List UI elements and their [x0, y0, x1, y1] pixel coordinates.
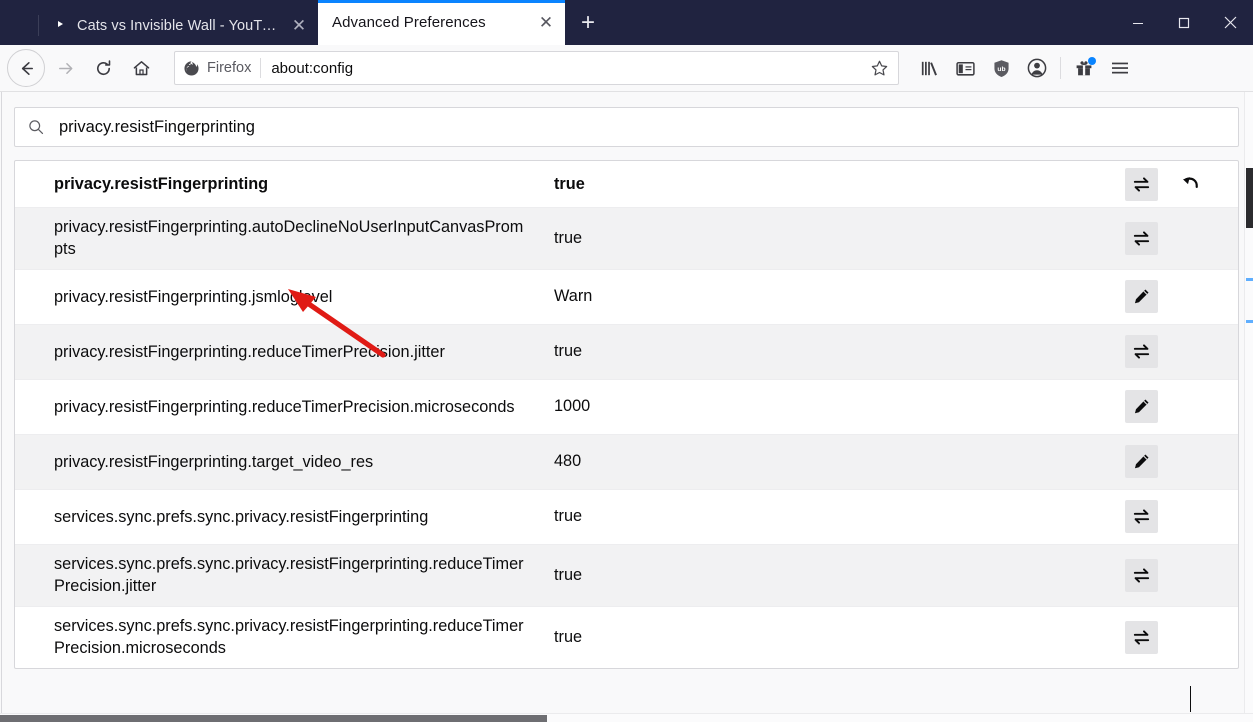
- vertical-scrollbar-thumb[interactable]: [1246, 168, 1253, 228]
- close-icon[interactable]: [1207, 0, 1253, 45]
- row-actions: [1123, 221, 1238, 255]
- text-caret: [1190, 686, 1191, 712]
- toggle-icon[interactable]: [1125, 167, 1158, 201]
- tab-cats-vs-invisible-wall-youtube[interactable]: Cats vs Invisible Wall - YouTube ✕: [38, 6, 318, 45]
- about-config-body: privacy.resistFingerprinting privacy.res…: [0, 92, 1253, 669]
- firefox-logo-icon: [184, 60, 199, 76]
- table-row[interactable]: privacy.resistFingerprinting.jsmloglevel…: [15, 270, 1238, 325]
- hamburger-menu-icon[interactable]: [1102, 50, 1138, 86]
- preference-name: privacy.resistFingerprinting: [54, 174, 269, 193]
- active-tab-accent: [318, 0, 565, 3]
- horizontal-scrollbar-thumb[interactable]: [0, 715, 547, 722]
- tab-strip: Cats vs Invisible Wall - YouTube ✕ Advan…: [0, 0, 605, 45]
- forward-button[interactable]: [47, 50, 83, 86]
- vertical-scrollbar[interactable]: [1244, 92, 1253, 713]
- gift-icon[interactable]: [1066, 50, 1102, 86]
- toolbar-icon-group: ub: [911, 50, 1138, 86]
- horizontal-scrollbar[interactable]: [0, 713, 1253, 722]
- row-actions: [1123, 558, 1238, 592]
- preference-value: 1000: [554, 397, 591, 416]
- preference-value: true: [554, 507, 583, 526]
- preference-value: true: [554, 174, 585, 193]
- table-row[interactable]: services.sync.prefs.sync.privacy.resistF…: [15, 607, 1238, 668]
- table-row[interactable]: services.sync.prefs.sync.privacy.resistF…: [15, 490, 1238, 545]
- search-icon: [29, 120, 44, 135]
- navigation-toolbar: Firefox about:config ub: [0, 45, 1253, 92]
- bookmark-star-icon[interactable]: [864, 53, 894, 83]
- account-icon[interactable]: [1019, 50, 1055, 86]
- preference-name: services.sync.prefs.sync.privacy.resistF…: [54, 554, 524, 596]
- ublock-origin-icon[interactable]: ub: [983, 50, 1019, 86]
- toggle-icon[interactable]: [1125, 620, 1158, 654]
- identity-box[interactable]: Firefox: [183, 58, 262, 78]
- about-config-page: privacy.resistFingerprinting privacy.res…: [0, 92, 1253, 722]
- search-input[interactable]: privacy.resistFingerprinting: [59, 118, 255, 137]
- row-actions: [1123, 335, 1238, 369]
- toggle-icon[interactable]: [1125, 500, 1158, 534]
- tab-label: Advanced Preferences: [332, 14, 486, 31]
- preference-value: true: [554, 627, 583, 646]
- scrollbar-marker: [1246, 320, 1253, 323]
- sidebar-icon[interactable]: [947, 50, 983, 86]
- table-row[interactable]: privacy.resistFingerprinting true: [15, 161, 1238, 208]
- preferences-table: privacy.resistFingerprinting true privacy.…: [14, 160, 1239, 669]
- preference-value: true: [554, 342, 583, 361]
- tab-close-icon[interactable]: ✕: [288, 15, 310, 37]
- preference-value: true: [554, 565, 583, 584]
- window-controls: [1115, 0, 1253, 45]
- scrollbar-marker: [1246, 278, 1253, 281]
- preference-name: privacy.resistFingerprinting.reduceTimer…: [54, 397, 515, 416]
- reload-button[interactable]: [85, 50, 121, 86]
- preference-value: true: [554, 228, 583, 247]
- home-button[interactable]: [123, 50, 159, 86]
- table-row[interactable]: privacy.resistFingerprinting.autoDecline…: [15, 208, 1238, 270]
- preference-name: privacy.resistFingerprinting.target_vide…: [54, 452, 374, 471]
- tab-close-icon[interactable]: ✕: [535, 12, 557, 34]
- tab-label: Cats vs Invisible Wall - YouTube: [77, 17, 282, 34]
- row-actions: [1123, 167, 1238, 201]
- new-tab-button[interactable]: +: [571, 6, 605, 40]
- preference-name: privacy.resistFingerprinting.reduceTimer…: [54, 342, 445, 361]
- svg-text:ub: ub: [997, 65, 1005, 72]
- row-actions: [1123, 390, 1238, 424]
- table-row[interactable]: services.sync.prefs.sync.privacy.resistF…: [15, 544, 1238, 607]
- toggle-icon[interactable]: [1125, 335, 1158, 369]
- minimize-icon[interactable]: [1115, 0, 1161, 45]
- tab-advanced-preferences[interactable]: Advanced Preferences ✕: [318, 0, 565, 45]
- reset-icon[interactable]: [1174, 168, 1207, 201]
- identity-label: Firefox: [207, 60, 252, 76]
- toggle-icon[interactable]: [1125, 221, 1158, 255]
- preference-name: privacy.resistFingerprinting.jsmloglevel: [54, 287, 333, 306]
- preference-name: services.sync.prefs.sync.privacy.resistF…: [54, 616, 524, 658]
- library-icon[interactable]: [911, 50, 947, 86]
- row-actions: [1123, 620, 1238, 654]
- preference-name: services.sync.prefs.sync.privacy.resistF…: [54, 507, 429, 526]
- edit-icon[interactable]: [1125, 445, 1158, 479]
- url-input[interactable]: about:config: [271, 60, 864, 77]
- preference-name: privacy.resistFingerprinting.autoDecline…: [54, 218, 524, 259]
- title-bar: Cats vs Invisible Wall - YouTube ✕ Advan…: [0, 0, 1253, 45]
- toolbar-divider: [1060, 57, 1061, 79]
- url-bar[interactable]: Firefox about:config: [174, 51, 899, 85]
- maximize-icon[interactable]: [1161, 0, 1207, 45]
- row-actions: [1123, 445, 1238, 479]
- table-row[interactable]: privacy.resistFingerprinting.reduceTimer…: [15, 324, 1238, 380]
- row-actions: [1123, 280, 1238, 314]
- preference-value: 480: [554, 452, 582, 471]
- table-row[interactable]: privacy.resistFingerprinting.reduceTimer…: [15, 380, 1238, 435]
- search-bar[interactable]: privacy.resistFingerprinting: [14, 107, 1239, 147]
- edit-icon[interactable]: [1125, 390, 1158, 424]
- content-left-edge-line: [1, 92, 2, 713]
- row-actions: [1123, 500, 1238, 534]
- gift-badge-dot: [1088, 57, 1096, 65]
- youtube-icon: [52, 18, 68, 34]
- preference-value: Warn: [554, 287, 593, 306]
- back-button[interactable]: [7, 49, 45, 87]
- edit-icon[interactable]: [1125, 280, 1158, 314]
- toggle-icon[interactable]: [1125, 558, 1158, 592]
- table-row[interactable]: privacy.resistFingerprinting.target_vide…: [15, 434, 1238, 490]
